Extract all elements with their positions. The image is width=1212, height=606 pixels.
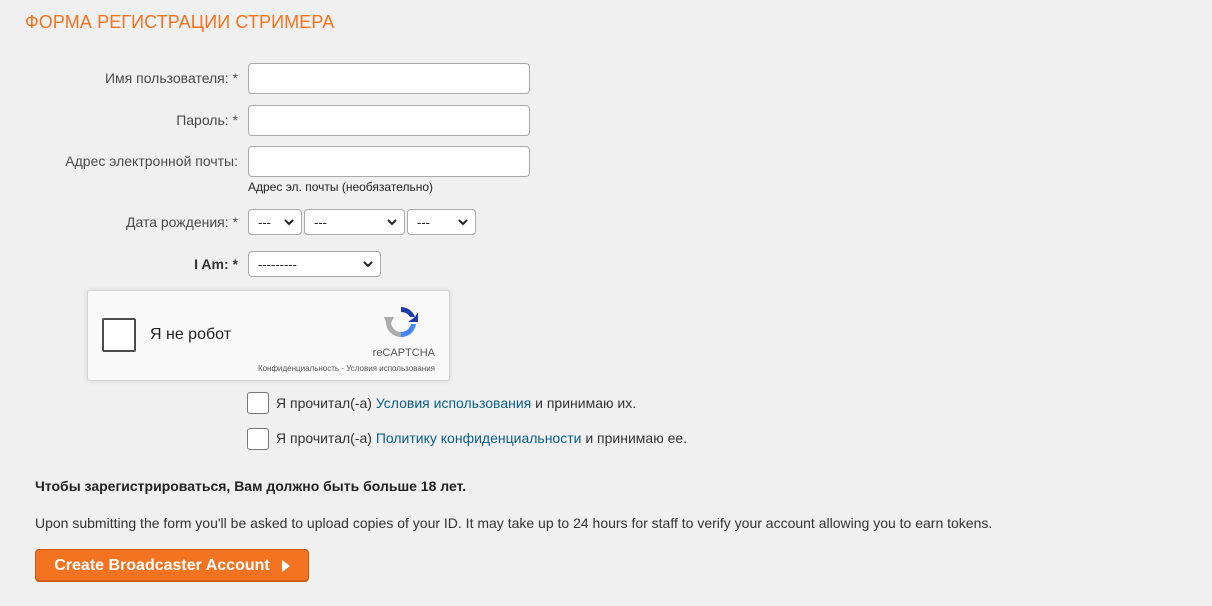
i-am-label: I Am: *: [194, 256, 238, 272]
birth-year-value: ---: [417, 214, 430, 230]
birth-year-select[interactable]: ---: [407, 209, 476, 235]
chevron-down-icon: [458, 219, 468, 226]
recaptcha-label: Я не робот: [150, 326, 232, 343]
id-notice: Upon submitting the form you'll be asked…: [35, 515, 993, 531]
birth-month-value: ---: [314, 214, 327, 230]
birth-month-select[interactable]: ---: [304, 209, 405, 235]
terms-link[interactable]: Условия использования: [376, 395, 531, 411]
birthdate-label: Дата рождения: *: [126, 214, 238, 230]
terms-agreement: Я прочитал(-а) Условия использования и п…: [276, 395, 636, 411]
chevron-down-icon: [284, 219, 294, 226]
username-label: Имя пользователя: *: [104, 70, 238, 86]
arrow-right-icon: [281, 559, 290, 572]
chevron-down-icon: [387, 219, 397, 226]
recaptcha-logo-icon: [384, 307, 418, 338]
terms-prefix: Я прочитал(-а): [276, 395, 376, 411]
recaptcha-checkbox[interactable]: [102, 318, 136, 352]
birth-day-value: ---: [258, 214, 271, 230]
privacy-checkbox[interactable]: [247, 428, 269, 450]
password-input[interactable]: [248, 105, 530, 136]
username-input[interactable]: [248, 63, 530, 94]
email-label: Адрес электронной почты:: [65, 153, 238, 169]
recaptcha-widget: Я не робот reCAPTCHA Конфиденциальность …: [87, 290, 450, 381]
email-hint: Адрес эл. почты (необязательно): [248, 180, 434, 194]
terms-suffix: и принимаю их.: [531, 395, 637, 411]
recaptcha-links[interactable]: Конфиденциальность - Условия использован…: [258, 364, 435, 373]
privacy-agreement: Я прочитал(-а) Политику конфиденциальнос…: [276, 430, 687, 446]
create-account-label: Create Broadcaster Account: [54, 556, 270, 574]
privacy-suffix: и принимаю ее.: [581, 430, 688, 446]
terms-checkbox[interactable]: [247, 392, 269, 414]
i-am-value: ---------: [258, 256, 297, 272]
age-notice: Чтобы зарегистрироваться, Вам должно быт…: [35, 478, 467, 494]
chevron-down-icon: [363, 261, 373, 268]
privacy-prefix: Я прочитал(-а): [276, 430, 376, 446]
password-label: Пароль: *: [176, 112, 238, 128]
create-account-button[interactable]: Create Broadcaster Account: [35, 549, 309, 582]
email-input[interactable]: [248, 146, 530, 177]
birth-day-select[interactable]: ---: [248, 209, 302, 235]
page-title: ФОРМА РЕГИСТРАЦИИ СТРИМЕРА: [25, 12, 335, 32]
privacy-link[interactable]: Политику конфиденциальности: [376, 430, 582, 446]
i-am-select[interactable]: ---------: [248, 251, 381, 277]
recaptcha-brand: reCAPTCHA: [372, 347, 435, 359]
